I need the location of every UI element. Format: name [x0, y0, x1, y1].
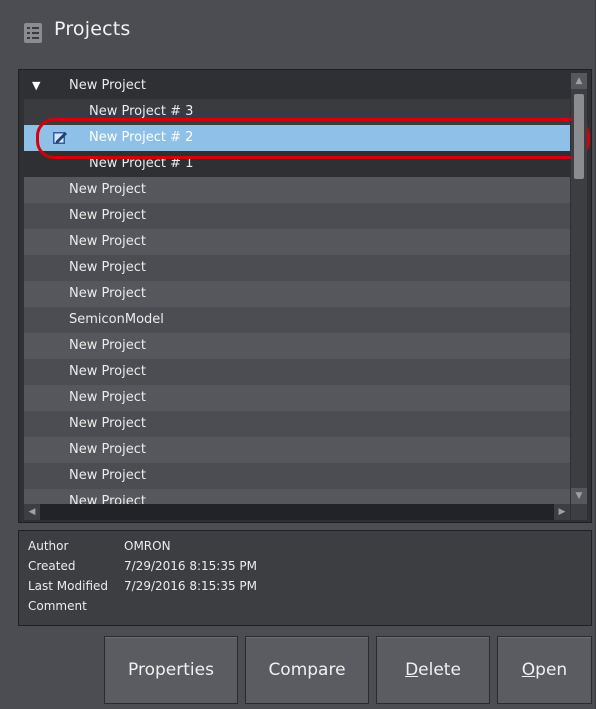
tree-item-new-project-parent[interactable]: ▼ New Project: [24, 73, 570, 99]
tree-item-label: SemiconModel: [69, 312, 164, 327]
scroll-right-icon[interactable]: ▶: [554, 504, 570, 520]
delete-label-rest: elete: [418, 660, 461, 680]
tree-item[interactable]: SemiconModel: [24, 307, 570, 333]
edit-project-icon: [53, 132, 67, 144]
tree-item-label: New Project: [69, 208, 146, 223]
project-tree[interactable]: ▼ New Project New Project # 3 New Projec…: [18, 69, 592, 523]
tree-item-label: New Project: [69, 442, 146, 457]
window-title: Projects: [54, 18, 131, 40]
tree-item-new-project-1[interactable]: New Project # 1: [24, 151, 570, 177]
tree-item-label: New Project: [69, 182, 146, 197]
tree-item-label: New Project: [69, 338, 146, 353]
tree-item[interactable]: New Project: [24, 177, 570, 203]
last-modified-value: 7/29/2016 8:15:35 PM: [124, 579, 258, 593]
tree-item[interactable]: New Project: [24, 385, 570, 411]
author-value: OMRON: [124, 539, 171, 553]
tree-item-label: New Project: [69, 468, 146, 483]
tree-item-label: New Project: [69, 494, 146, 505]
created-label: Created: [28, 559, 76, 573]
tree-item-label: New Project: [69, 234, 146, 249]
scroll-down-icon[interactable]: ▼: [571, 488, 587, 504]
tree-item-label: New Project: [69, 78, 146, 93]
tree-item-label: New Project: [69, 286, 146, 301]
horizontal-scrollbar[interactable]: ◀ ▶: [24, 504, 570, 520]
open-mnemonic: O: [521, 660, 536, 680]
scroll-up-icon[interactable]: ▲: [571, 73, 587, 89]
project-info-panel: Author OMRON Created 7/29/2016 8:15:35 P…: [18, 530, 592, 626]
open-button[interactable]: Open: [497, 636, 592, 704]
project-tree-list[interactable]: ▼ New Project New Project # 3 New Projec…: [24, 73, 570, 505]
tree-item[interactable]: New Project: [24, 463, 570, 489]
tree-item-new-project-3[interactable]: New Project # 3: [24, 99, 570, 125]
tree-item[interactable]: New Project: [24, 255, 570, 281]
tree-item-label: New Project: [69, 416, 146, 431]
tree-item-new-project-2[interactable]: New Project # 2: [24, 125, 570, 151]
tree-item-label: New Project: [69, 260, 146, 275]
tree-item[interactable]: New Project: [24, 203, 570, 229]
tree-item-label: New Project # 1: [89, 156, 194, 171]
scrollbar-corner: [571, 504, 587, 520]
properties-button[interactable]: Properties: [104, 636, 238, 704]
created-value: 7/29/2016 8:15:35 PM: [124, 559, 258, 573]
tree-item-label: New Project # 3: [89, 104, 194, 119]
tree-item[interactable]: New Project: [24, 437, 570, 463]
project-list-icon: [24, 23, 42, 43]
open-label-rest: pen: [535, 660, 568, 680]
compare-button[interactable]: Compare: [245, 636, 369, 704]
scrollbar-thumb[interactable]: [574, 94, 584, 179]
tree-item-label: New Project: [69, 364, 146, 379]
tree-item[interactable]: New Project: [24, 229, 570, 255]
delete-button[interactable]: Delete: [376, 636, 490, 704]
tree-item[interactable]: New Project: [24, 411, 570, 437]
vertical-scrollbar[interactable]: ▲ ▼: [571, 73, 587, 504]
tree-item[interactable]: New Project: [24, 359, 570, 385]
tree-item[interactable]: New Project: [24, 281, 570, 307]
author-label: Author: [28, 539, 69, 553]
scroll-left-icon[interactable]: ◀: [24, 504, 40, 520]
delete-mnemonic: D: [405, 660, 419, 680]
tree-item-label: New Project: [69, 390, 146, 405]
tree-item-label: New Project # 2: [89, 130, 194, 145]
tree-item[interactable]: New Project: [24, 333, 570, 359]
collapse-triangle-icon[interactable]: ▼: [32, 73, 40, 99]
comment-label: Comment: [28, 599, 87, 613]
tree-item[interactable]: New Project: [24, 489, 570, 505]
projects-window: Projects ▼ New Project New Project # 3 N…: [0, 0, 596, 709]
title-bar: Projects: [0, 0, 596, 62]
last-modified-label: Last Modified: [28, 579, 109, 593]
